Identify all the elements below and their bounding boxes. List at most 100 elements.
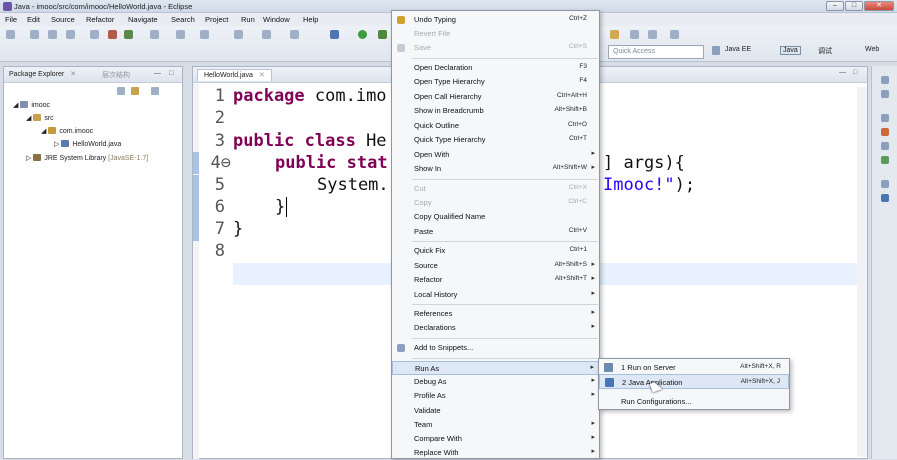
menu-item-quick-fix[interactable]: Quick Fix Ctrl+1 <box>392 244 599 258</box>
tree-item-java-file[interactable]: ▷ HelloWorld.java <box>54 140 121 148</box>
menu-refactor[interactable]: Refactor <box>86 15 114 24</box>
perspective-java-ee[interactable]: Java EE <box>725 46 751 53</box>
quick-access-input[interactable]: Quick Access <box>608 45 704 59</box>
task-icon[interactable] <box>200 30 209 39</box>
menu-edit[interactable]: Edit <box>27 15 40 24</box>
menu-item-copy-qualified-name[interactable]: Copy Qualified Name <box>392 210 599 224</box>
tab-hierarchy[interactable]: 层次结构 <box>102 70 130 80</box>
data-source-icon[interactable] <box>881 194 889 202</box>
servers-icon[interactable] <box>881 180 889 188</box>
new-icon[interactable] <box>6 30 15 39</box>
coverage-icon[interactable] <box>378 30 387 39</box>
menu-file[interactable]: File <box>5 15 17 24</box>
submenu-item-run-configurations[interactable]: Run Configurations... <box>599 394 789 409</box>
vertical-scrollbar[interactable] <box>857 87 867 457</box>
menu-run[interactable]: Run <box>241 15 255 24</box>
skip-icon[interactable] <box>290 30 299 39</box>
menu-item-save[interactable]: Save Ctrl+S <box>392 41 599 55</box>
menu-item-open-with[interactable]: Open With ▸ <box>392 148 599 162</box>
perspective-debug[interactable]: 调试 <box>818 46 832 56</box>
collapse-all-icon[interactable] <box>117 87 125 95</box>
menu-item-refactor[interactable]: Refactor Alt+Shift+T ▸ <box>392 273 599 287</box>
close-window-button[interactable]: ✕ <box>864 1 894 11</box>
javadoc-icon[interactable] <box>881 128 889 136</box>
menu-window[interactable]: Window <box>263 15 290 24</box>
menu-item-source[interactable]: Source Alt+Shift+S ▸ <box>392 259 599 273</box>
menu-item-replace-with[interactable]: Replace With ▸ <box>392 446 599 460</box>
menu-navigate[interactable]: Navigate <box>128 15 158 24</box>
menu-help[interactable]: Help <box>303 15 318 24</box>
menu-item-show-in[interactable]: Show In Alt+Shift+W ▸ <box>392 162 599 176</box>
problems-icon[interactable] <box>881 114 889 122</box>
menu-item-copy[interactable]: Copy Ctrl+C <box>392 196 599 210</box>
menu-source[interactable]: Source <box>51 15 75 24</box>
menu-item-compare-with[interactable]: Compare With ▸ <box>392 432 599 446</box>
back-icon[interactable] <box>648 30 657 39</box>
menu-search[interactable]: Search <box>171 15 195 24</box>
menu-item-team[interactable]: Team ▸ <box>392 418 599 432</box>
declaration-icon[interactable] <box>881 142 889 150</box>
maximize-button[interactable]: □ <box>845 1 863 11</box>
submenu-item-run-on-server[interactable]: 1 Run on Server Alt+Shift+X, R <box>599 360 789 375</box>
step-icon[interactable] <box>262 30 271 39</box>
expand-arrow-icon[interactable]: ◢ <box>26 115 33 122</box>
collapsed-arrow-icon[interactable]: ▷ <box>54 141 61 148</box>
tab-helloworld-java[interactable]: HelloWorld.java ✕ <box>197 69 272 81</box>
server-icon[interactable] <box>66 30 75 39</box>
menu-item-open-type-hierarchy[interactable]: Open Type Hierarchy F4 <box>392 75 599 89</box>
menu-item-references[interactable]: References ▸ <box>392 307 599 321</box>
menu-item-show-in-breadcrumb[interactable]: Show in Breadcrumb Alt+Shift+B <box>392 104 599 118</box>
close-icon[interactable]: ✕ <box>259 72 265 79</box>
menu-item-quick-outline[interactable]: Quick Outline Ctrl+O <box>392 119 599 133</box>
menu-item-add-to-snippets[interactable]: Add to Snippets... <box>392 341 599 355</box>
menu-item-run-as[interactable]: Run As ▸ <box>392 361 599 375</box>
console-icon[interactable] <box>881 156 889 164</box>
minimize-button[interactable]: – <box>826 1 844 11</box>
tree-item-src[interactable]: ◢ src <box>26 114 54 122</box>
menu-item-profile-as[interactable]: Profile As ▸ <box>392 389 599 403</box>
menu-item-undo-typing[interactable]: Undo Typing Ctrl+Z <box>392 13 599 27</box>
maximize-view-icon[interactable]: □ <box>169 70 173 77</box>
debug-icon[interactable] <box>330 30 339 39</box>
refresh-icon[interactable] <box>124 30 133 39</box>
outline-icon[interactable] <box>881 76 889 84</box>
perspective-web[interactable]: Web <box>865 46 879 53</box>
tab-package-explorer[interactable]: Package Explorer ✕ <box>9 70 76 78</box>
expand-arrow-icon[interactable]: ◢ <box>13 102 20 109</box>
minimize-editor-icon[interactable]: — <box>839 69 846 76</box>
run-icon[interactable] <box>358 30 367 39</box>
link-editor-icon[interactable] <box>131 87 139 95</box>
view-menu-icon[interactable] <box>151 87 159 95</box>
tree-item-package[interactable]: ◢ com.imooc <box>41 127 93 135</box>
menu-item-open-call-hierarchy[interactable]: Open Call Hierarchy Ctrl+Alt+H <box>392 90 599 104</box>
menu-item-open-declaration[interactable]: Open Declaration F3 <box>392 61 599 75</box>
external-tools-icon[interactable] <box>234 30 243 39</box>
submenu-item-java-application[interactable]: 2 Java Application Alt+Shift+X, J <box>599 374 789 389</box>
menu-item-paste[interactable]: Paste Ctrl+V <box>392 225 599 239</box>
tree-item-project[interactable]: ◢ imooc <box>13 101 50 109</box>
maximize-editor-icon[interactable]: □ <box>853 69 857 76</box>
menu-project[interactable]: Project <box>205 15 228 24</box>
menu-item-validate[interactable]: Validate <box>392 404 599 418</box>
menu-item-cut[interactable]: Cut Ctrl+X <box>392 182 599 196</box>
menu-item-quick-type-hierarchy[interactable]: Quick Type Hierarchy Ctrl+T <box>392 133 599 147</box>
annotation-icon[interactable] <box>176 30 185 39</box>
minimize-view-icon[interactable]: — <box>154 70 161 77</box>
menu-item-revert-file[interactable]: Revert File <box>392 27 599 41</box>
close-icon[interactable]: ✕ <box>70 71 76 78</box>
menu-item-debug-as[interactable]: Debug As ▸ <box>392 375 599 389</box>
perspective-java[interactable]: Java <box>780 46 801 55</box>
menu-item-local-history[interactable]: Local History ▸ <box>392 288 599 302</box>
package-icon[interactable] <box>108 30 117 39</box>
forward-icon[interactable] <box>670 30 679 39</box>
tree-item-jre[interactable]: ▷ JRE System Library [JavaSE-1.7] <box>26 154 148 162</box>
collapsed-arrow-icon[interactable]: ▷ <box>26 155 33 162</box>
menu-item-declarations[interactable]: Declarations ▸ <box>392 321 599 335</box>
edit-icon[interactable] <box>610 30 619 39</box>
search-toolbar-icon[interactable] <box>150 30 159 39</box>
task-list-icon[interactable] <box>881 90 889 98</box>
print-icon[interactable] <box>48 30 57 39</box>
terminal-icon[interactable] <box>90 30 99 39</box>
next-annotation-icon[interactable] <box>630 30 639 39</box>
expand-arrow-icon[interactable]: ◢ <box>41 128 48 135</box>
